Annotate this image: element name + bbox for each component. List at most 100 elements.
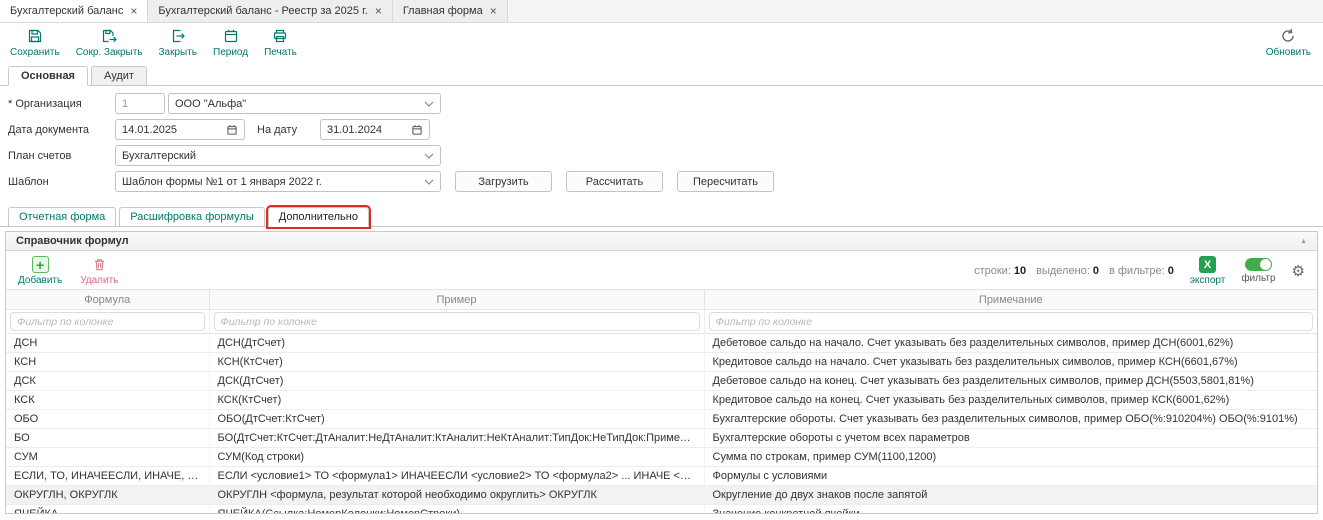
print-button[interactable]: Печать bbox=[264, 28, 297, 58]
cell-example: ЕСЛИ <условие1> ТО <формула1> ИНАЧЕЕСЛИ … bbox=[209, 467, 704, 486]
refresh-button[interactable]: Обновить bbox=[1266, 28, 1311, 58]
panel-header[interactable]: Справочник формул ▲ bbox=[6, 232, 1317, 251]
column-header-example[interactable]: Пример bbox=[209, 290, 704, 310]
window-tab-main-form[interactable]: Главная форма × bbox=[393, 0, 508, 22]
rows-count-label: строки: bbox=[974, 265, 1011, 277]
chevron-down-icon bbox=[424, 101, 434, 107]
filter-input-example[interactable] bbox=[214, 312, 700, 331]
delete-row-button[interactable]: Удалить bbox=[80, 256, 118, 286]
cell-formula: ОКРУГЛН, ОКРУГЛК bbox=[6, 486, 209, 505]
window-tab-label: Бухгалтерский баланс - Реестр за 2025 г. bbox=[158, 5, 367, 17]
doc-date-field[interactable]: 14.01.2025 bbox=[115, 119, 245, 140]
tab-osnovnaya[interactable]: Основная bbox=[8, 66, 88, 86]
cell-formula: КСК bbox=[6, 391, 209, 410]
grid-stats: строки:10 выделено:0 в фильтре:0 bbox=[974, 265, 1174, 277]
tab-audit[interactable]: Аудит bbox=[91, 66, 147, 85]
calendar-icon[interactable] bbox=[226, 124, 238, 136]
toggle-on-icon[interactable] bbox=[1245, 258, 1272, 271]
table-row[interactable]: ДСН ДСН(ДтСчет) Дебетовое сальдо на нача… bbox=[6, 334, 1317, 353]
chart-of-accounts-select[interactable]: Бухгалтерский bbox=[115, 145, 441, 166]
close-icon[interactable]: × bbox=[490, 5, 497, 17]
load-button[interactable]: Загрузить bbox=[455, 171, 552, 192]
detail-tab-bar: Отчетная форма Расшифровка формулы Допол… bbox=[0, 201, 1323, 227]
column-header-formula[interactable]: Формула bbox=[6, 290, 209, 310]
calendar-icon[interactable] bbox=[411, 124, 423, 136]
add-label: Добавить bbox=[18, 275, 62, 286]
cell-example: ОБО(ДтСчет:КтСчет) bbox=[209, 410, 704, 429]
cell-formula: БО bbox=[6, 429, 209, 448]
cell-note: Бухгалтерские обороты. Счет указывать бе… bbox=[704, 410, 1317, 429]
table-row[interactable]: БО БО(ДтСчет:КтСчет:ДтАналит:НеДтАналит:… bbox=[6, 429, 1317, 448]
table-row[interactable]: СУМ СУМ(Код строки) Сумма по строкам, пр… bbox=[6, 448, 1317, 467]
cell-note: Значение конкретной ячейки bbox=[704, 505, 1317, 515]
cell-note: Дебетовое сальдо на конец. Счет указыват… bbox=[704, 372, 1317, 391]
cell-note: Бухгалтерские обороты с учетом всех пара… bbox=[704, 429, 1317, 448]
table-row[interactable]: ДСК ДСК(ДтСчет) Дебетовое сальдо на коне… bbox=[6, 372, 1317, 391]
on-date-value: 31.01.2024 bbox=[327, 124, 382, 136]
close-door-icon bbox=[170, 28, 186, 44]
table-header-row: Формула Пример Примечание bbox=[6, 290, 1317, 310]
add-row-button[interactable]: + Добавить bbox=[18, 256, 62, 286]
tab-report-form[interactable]: Отчетная форма bbox=[8, 207, 116, 226]
toolbar: Сохранить Сокр. Закрыть Закрыть Период bbox=[0, 23, 1323, 63]
main-tab-bar: Основная Аудит bbox=[0, 63, 1323, 86]
calculate-button[interactable]: Рассчитать bbox=[566, 171, 663, 192]
filtered-count-label: в фильтре: bbox=[1109, 265, 1165, 277]
table-row[interactable]: ОБО ОБО(ДтСчет:КтСчет) Бухгалтерские обо… bbox=[6, 410, 1317, 429]
on-date-field[interactable]: 31.01.2024 bbox=[320, 119, 430, 140]
window-tab-balance[interactable]: Бухгалтерский баланс × bbox=[0, 0, 148, 22]
org-select-value: ООО "Альфа" bbox=[175, 98, 246, 110]
delete-label: Удалить bbox=[80, 275, 118, 286]
column-header-note[interactable]: Примечание bbox=[704, 290, 1317, 310]
cell-note: Кредитовое сальдо на начало. Счет указыв… bbox=[704, 353, 1317, 372]
panel-title: Справочник формул bbox=[16, 235, 129, 247]
cell-example: КСК(КтСчет) bbox=[209, 391, 704, 410]
table-row[interactable]: ЯЧЕЙКА ЯЧЕЙКА(Ссылка:НомерКолонки:НомерС… bbox=[6, 505, 1317, 515]
filter-input-note[interactable] bbox=[709, 312, 1314, 331]
table-row[interactable]: КСН КСН(КтСчет) Кредитовое сальдо на нач… bbox=[6, 353, 1317, 372]
selected-count-value: 0 bbox=[1093, 265, 1099, 277]
document-form: * Организация 1 ООО "Альфа" Дата докумен… bbox=[0, 86, 1323, 201]
chevron-down-icon bbox=[424, 179, 434, 185]
close-icon[interactable]: × bbox=[375, 5, 382, 17]
grid-toolbar: + Добавить Удалить строки:10 выделено:0 … bbox=[6, 251, 1317, 289]
close-icon[interactable]: × bbox=[130, 5, 137, 17]
gear-icon[interactable]: ⚙ bbox=[1292, 264, 1305, 279]
doc-date-value: 14.01.2025 bbox=[122, 124, 177, 136]
export-label: экспорт bbox=[1190, 275, 1226, 286]
table-row[interactable]: КСК КСК(КтСчет) Кредитовое сальдо на кон… bbox=[6, 391, 1317, 410]
collapse-icon[interactable]: ▲ bbox=[1300, 238, 1307, 245]
filter-label: фильтр bbox=[1241, 273, 1275, 284]
filter-row bbox=[6, 310, 1317, 334]
filter-input-formula[interactable] bbox=[10, 312, 205, 331]
chevron-down-icon bbox=[424, 153, 434, 159]
cell-example: ЯЧЕЙКА(Ссылка:НомерКолонки:НомерСтроки) bbox=[209, 505, 704, 515]
period-button[interactable]: Период bbox=[213, 28, 248, 58]
tab-additional[interactable]: Дополнительно bbox=[268, 207, 369, 227]
export-excel-button[interactable]: X экспорт bbox=[1190, 256, 1226, 286]
close-button[interactable]: Закрыть bbox=[159, 28, 198, 58]
plus-icon: + bbox=[32, 256, 49, 273]
selected-count-label: выделено: bbox=[1036, 265, 1090, 277]
template-select[interactable]: Шаблон формы №1 от 1 января 2022 г. bbox=[115, 171, 441, 192]
cell-example: СУМ(Код строки) bbox=[209, 448, 704, 467]
org-code-field[interactable]: 1 bbox=[115, 93, 165, 114]
cell-formula: ОБО bbox=[6, 410, 209, 429]
excel-icon: X bbox=[1199, 256, 1216, 273]
template-value: Шаблон формы №1 от 1 января 2022 г. bbox=[122, 176, 322, 188]
recalculate-button[interactable]: Пересчитать bbox=[677, 171, 774, 192]
save-button[interactable]: Сохранить bbox=[10, 28, 60, 58]
save-close-button[interactable]: Сокр. Закрыть bbox=[76, 28, 143, 58]
print-label: Печать bbox=[264, 47, 297, 58]
table-row[interactable]: ОКРУГЛН, ОКРУГЛК ОКРУГЛН <формула, резул… bbox=[6, 486, 1317, 505]
table-row[interactable]: ЕСЛИ, ТО, ИНАЧЕЕСЛИ, ИНАЧЕ, КОНЕЦ ЕСЛИ <… bbox=[6, 467, 1317, 486]
save-close-label: Сокр. Закрыть bbox=[76, 47, 143, 58]
window-tab-registry[interactable]: Бухгалтерский баланс - Реестр за 2025 г.… bbox=[148, 0, 392, 22]
tab-formula-decode[interactable]: Расшифровка формулы bbox=[119, 207, 264, 226]
chart-of-accounts-value: Бухгалтерский bbox=[122, 150, 196, 162]
org-select[interactable]: ООО "Альфа" bbox=[168, 93, 441, 114]
doc-date-label: Дата документа bbox=[8, 124, 115, 136]
formula-reference-panel: Справочник формул ▲ + Добавить Удалить с… bbox=[5, 231, 1318, 514]
filter-toggle[interactable]: фильтр bbox=[1241, 258, 1275, 284]
cell-example: ДСК(ДтСчет) bbox=[209, 372, 704, 391]
